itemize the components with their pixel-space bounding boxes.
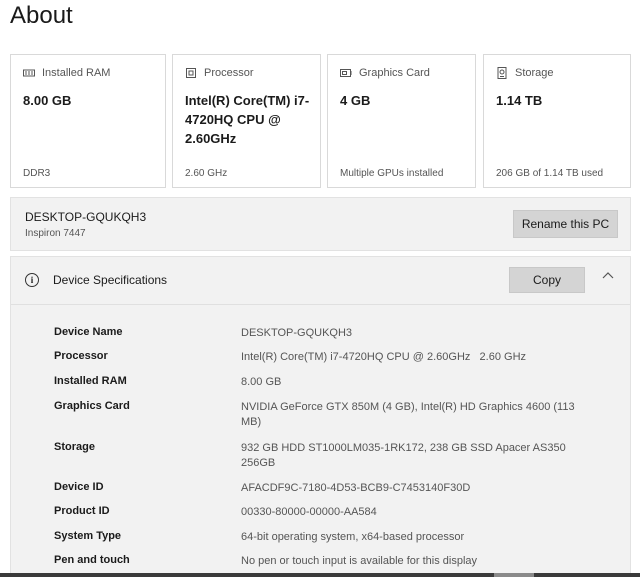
card-subtext: DDR3	[23, 168, 51, 179]
spec-key: System Type	[54, 530, 122, 542]
pc-model: Inspiron 7447	[25, 228, 86, 239]
card-label: Graphics Card	[359, 67, 430, 79]
spec-key: Storage	[54, 441, 95, 453]
card-subtext: 2.60 GHz	[185, 168, 228, 179]
spec-key: Installed RAM	[54, 375, 127, 387]
spec-value: 64-bit operating system, x64-based proce…	[241, 531, 465, 543]
device-specifications-header[interactable]: i Device Specifications Copy	[11, 257, 630, 305]
card-value: 8.00 GB	[23, 93, 72, 108]
card-subtext: 206 GB of 1.14 TB used	[496, 168, 604, 179]
spec-value: 8.00 GB	[241, 376, 282, 388]
spec-value: DESKTOP-GQUKQH3	[241, 327, 353, 339]
card-label: Installed RAM	[42, 67, 111, 79]
spec-value: 932 GB HDD ST1000LM035-1RK172, 238 GB SS…	[241, 442, 566, 469]
spec-key: Device Name	[54, 326, 123, 338]
chevron-up-icon[interactable]	[601, 269, 615, 283]
spec-value: AFACDF9C-7180-4D53-BCB9-C7453140F30D	[241, 482, 471, 494]
spec-key: Product ID	[54, 505, 110, 517]
spec-key: Graphics Card	[54, 400, 130, 412]
card-label: Processor	[204, 67, 254, 79]
spec-value: No pen or touch input is available for t…	[241, 555, 478, 567]
spec-key: Processor	[54, 350, 108, 362]
copy-button[interactable]: Copy	[509, 267, 585, 293]
ram-icon	[23, 67, 35, 79]
card-value: 4 GB	[340, 93, 371, 108]
pc-name: DESKTOP-GQUKQH3	[25, 210, 147, 224]
spec-key: Device ID	[54, 481, 104, 493]
card-installed-ram: Installed RAM 8.00 GB DDR3	[10, 54, 166, 188]
card-value: Intel(R) Core(TM) i7-4720HQ CPU @ 2.60GH…	[185, 93, 310, 146]
storage-icon	[496, 67, 508, 79]
graphics-card-icon	[340, 67, 352, 79]
spec-value: 00330-80000-00000-AA584	[241, 506, 377, 518]
card-label: Storage	[515, 67, 554, 79]
spec-value: NVIDIA GeForce GTX 850M (4 GB), Intel(R)…	[241, 401, 575, 428]
pc-name-panel: DESKTOP-GQUKQH3 Inspiron 7447 Rename thi…	[10, 197, 631, 251]
processor-icon	[185, 67, 197, 79]
info-icon: i	[25, 273, 39, 287]
page-title: About	[10, 2, 73, 29]
spec-key: Pen and touch	[54, 554, 130, 566]
spec-value: Intel(R) Core(TM) i7-4720HQ CPU @ 2.60GH…	[241, 351, 527, 363]
card-subtext: Multiple GPUs installed	[340, 168, 444, 179]
device-specifications-title: Device Specifications	[53, 273, 168, 287]
card-value: 1.14 TB	[496, 93, 543, 108]
rename-pc-button[interactable]: Rename this PC	[513, 210, 618, 238]
card-graphics-card: Graphics Card 4 GB Multiple GPUs install…	[327, 54, 476, 188]
card-processor: Processor Intel(R) Core(TM) i7-4720HQ CP…	[172, 54, 321, 188]
card-storage: Storage 1.14 TB 206 GB of 1.14 TB used	[483, 54, 631, 188]
device-specifications-panel: i Device Specifications Copy Device Name…	[10, 256, 631, 577]
taskbar-strip	[0, 573, 640, 577]
